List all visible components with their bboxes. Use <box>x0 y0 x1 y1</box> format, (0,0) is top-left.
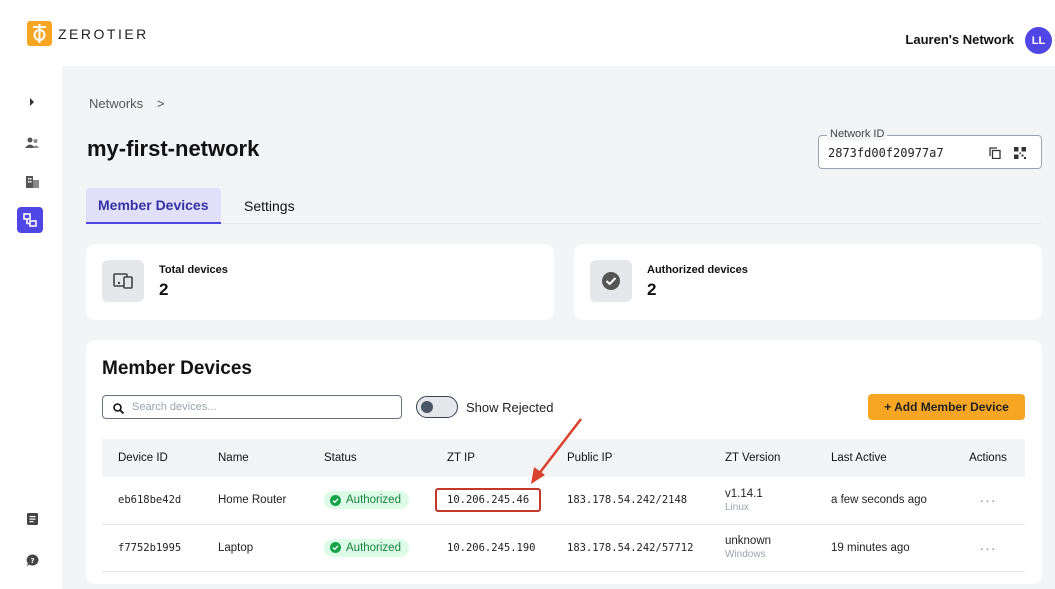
add-member-device-button[interactable]: + Add Member Device <box>868 394 1025 420</box>
breadcrumb-networks-link[interactable]: Networks <box>89 96 143 111</box>
status-badge: Authorized <box>324 538 409 557</box>
last-active-cell: 19 minutes ago <box>831 541 910 554</box>
status-text: Authorized <box>346 541 401 554</box>
row-actions-button[interactable]: ··· <box>951 524 1025 571</box>
device-name-cell: Laptop <box>218 541 254 554</box>
users-icon[interactable] <box>25 136 39 150</box>
sidebar: ? <box>0 66 62 589</box>
member-devices-title: Member Devices <box>102 358 252 379</box>
device-id-cell: f7752b1995 <box>118 541 182 554</box>
col-last-active[interactable]: Last Active <box>815 439 951 477</box>
col-zt-version[interactable]: ZT Version <box>709 439 815 477</box>
total-devices-card: Total devices 2 <box>86 244 554 320</box>
search-field[interactable] <box>102 395 402 419</box>
show-rejected-toggle[interactable] <box>416 396 458 418</box>
device-name-cell: Home Router <box>218 494 287 507</box>
os-text: Linux <box>725 501 749 513</box>
status-text: Authorized <box>346 494 401 507</box>
status-badge: Authorized <box>324 491 409 510</box>
copy-icon[interactable] <box>989 146 1001 160</box>
authorized-devices-label: Authorized devices <box>647 264 748 276</box>
breadcrumb: Networks > <box>89 96 164 111</box>
authorized-devices-card: Authorized devices 2 <box>574 244 1042 320</box>
public-ip-cell: 183.178.54.242/57712 <box>567 541 694 554</box>
member-devices-panel: Member Devices Show Rejected + Add Membe… <box>86 340 1042 584</box>
check-icon <box>330 494 341 506</box>
svg-text:?: ? <box>30 557 34 565</box>
expand-chevron-icon[interactable] <box>25 95 39 109</box>
col-device-id[interactable]: Device ID <box>102 439 202 477</box>
total-devices-label: Total devices <box>159 264 228 276</box>
tab-member-devices[interactable]: Member Devices <box>86 188 221 224</box>
zt-version-cell: v1.14.1 Linux <box>709 477 815 524</box>
toggle-knob <box>421 401 433 413</box>
zerotier-logo-icon <box>27 21 52 46</box>
logo-text: ZEROTIER <box>58 25 149 42</box>
page-title: my-first-network <box>87 136 260 161</box>
col-public-ip[interactable]: Public IP <box>551 439 709 477</box>
search-input[interactable] <box>132 399 392 415</box>
col-actions: Actions <box>969 452 1007 464</box>
device-id-cell: eb618be42d <box>118 494 182 507</box>
col-status[interactable]: Status <box>308 439 431 477</box>
network-id-field: Network ID 2873fd00f20977a7 <box>818 128 1042 169</box>
network-id-value: 2873fd00f20977a7 <box>828 146 944 160</box>
public-ip-cell: 183.178.54.242/2148 <box>567 494 688 507</box>
zt-version-cell: unknown Windows <box>709 524 815 571</box>
version-text: unknown <box>725 535 772 547</box>
network-id-label: Network ID <box>827 128 888 140</box>
table-row[interactable]: eb618be42d Home Router Authorized 10.206… <box>102 477 1025 524</box>
devices-icon <box>102 260 144 302</box>
col-name[interactable]: Name <box>202 439 308 477</box>
tab-bar: Member Devices Settings <box>86 188 1041 224</box>
col-zt-ip[interactable]: ZT IP <box>431 439 551 477</box>
last-active-cell: a few seconds ago <box>831 494 927 507</box>
table-row[interactable]: f7752b1995 Laptop Authorized 10.206.245.… <box>102 524 1025 571</box>
row-actions-button[interactable]: ··· <box>951 477 1025 524</box>
help-icon[interactable]: ? <box>25 553 39 567</box>
zt-ip-highlight: 10.206.245.46 <box>435 488 542 513</box>
version-text: v1.14.1 <box>725 487 763 500</box>
docs-icon[interactable] <box>25 512 39 526</box>
zt-ip-cell: 10.206.245.46 <box>431 477 551 524</box>
top-bar: ZEROTIER Lauren's Network LL <box>0 0 1055 66</box>
os-text: Windows <box>725 549 766 560</box>
member-devices-table: Device ID Name Status ZT IP Public IP ZT… <box>102 439 1025 572</box>
zerotier-logo[interactable]: ZEROTIER <box>27 21 149 46</box>
total-devices-value: 2 <box>159 280 169 299</box>
network-selector[interactable]: Lauren's Network <box>905 32 1014 47</box>
main-content: Networks > my-first-network Network ID 2… <box>62 66 1055 589</box>
organization-icon[interactable] <box>25 175 39 189</box>
show-rejected-label: Show Rejected <box>466 400 554 415</box>
check-icon <box>330 542 341 553</box>
status-cell: Authorized <box>308 524 431 571</box>
networks-icon[interactable] <box>17 207 43 233</box>
status-cell: Authorized <box>308 477 431 524</box>
tab-settings[interactable]: Settings <box>232 188 307 224</box>
authorized-devices-value: 2 <box>647 280 657 299</box>
search-icon <box>113 401 125 419</box>
zt-ip-cell: 10.206.245.190 <box>447 541 536 554</box>
table-header-row: Device ID Name Status ZT IP Public IP ZT… <box>102 439 1025 477</box>
check-circle-icon <box>590 260 632 302</box>
qr-code-icon[interactable] <box>1014 146 1026 159</box>
avatar[interactable]: LL <box>1025 27 1052 54</box>
breadcrumb-separator: > <box>156 96 165 111</box>
